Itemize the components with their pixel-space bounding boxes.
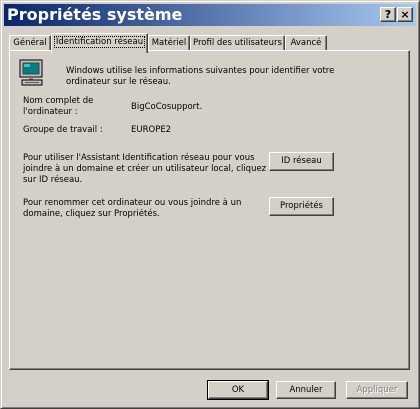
tab-advanced[interactable]: Avancé (285, 35, 327, 51)
computer-icon (19, 59, 43, 86)
full-name-value: BigCoCosupport. (131, 102, 203, 112)
apply-button[interactable]: Appliquer (346, 381, 408, 399)
title-bar[interactable]: Propriétés système ? × (4, 4, 416, 26)
full-name-label: Nom complet de l'ordinateur : (23, 96, 94, 117)
close-button[interactable]: × (397, 7, 413, 22)
ok-button[interactable]: OK (207, 380, 269, 400)
network-id-button[interactable]: ID réseau (269, 152, 334, 171)
tab-user-profiles[interactable]: Profil des utilisateurs (190, 35, 285, 51)
tab-general[interactable]: Général (9, 35, 51, 51)
intro-text: Windows utilise les informations suivant… (66, 66, 335, 87)
tab-network-identification[interactable]: Identification réseau (51, 33, 148, 53)
help-button[interactable]: ? (380, 7, 396, 22)
rename-description: Pour renommer cet ordinateur ou vous joi… (23, 198, 242, 219)
window-title: Propriétés système (7, 5, 183, 24)
wizard-description: Pour utiliser l'Assistant Identification… (23, 153, 267, 185)
workgroup-value: EUROPE2 (131, 125, 172, 135)
system-properties-window: Propriétés système ? × Général Identific… (0, 0, 420, 409)
workgroup-label: Groupe de travail : (23, 125, 103, 135)
tab-hardware[interactable]: Matériel (148, 35, 190, 51)
properties-button[interactable]: Propriétés (269, 197, 334, 216)
cancel-button[interactable]: Annuler (276, 381, 336, 399)
